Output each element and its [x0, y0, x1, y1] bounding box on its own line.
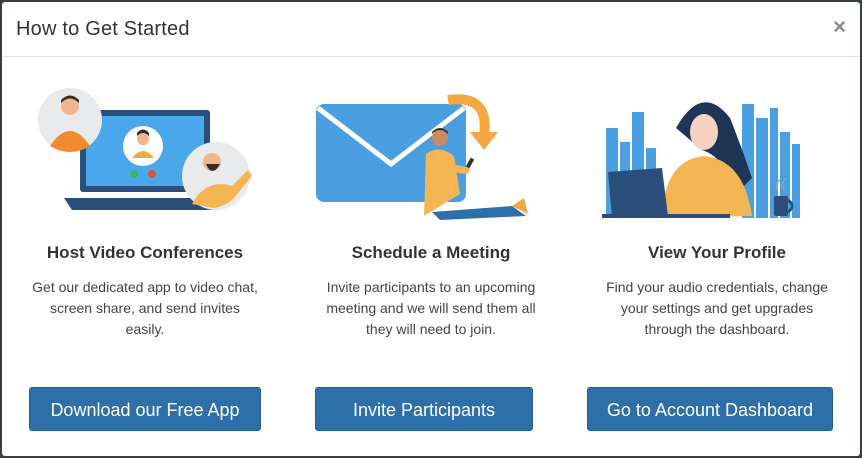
- profile-dashboard-illustration: [602, 102, 800, 218]
- host-video-description: Get our dedicated app to video chat, scr…: [32, 279, 258, 337]
- host-video-column: Host Video Conferences Get our dedicated…: [2, 2, 288, 456]
- download-app-button[interactable]: Download our Free App: [29, 387, 261, 431]
- get-started-modal: How to Get Started × Host Video Conferen…: [2, 2, 860, 456]
- schedule-meeting-heading: Schedule a Meeting: [351, 243, 511, 262]
- invite-participants-button[interactable]: Invite Participants: [315, 387, 533, 431]
- view-profile-column: View Your Profile Find your audio creden…: [574, 2, 860, 456]
- schedule-meeting-description: Invite participants to an upcoming meeti…: [326, 279, 536, 337]
- view-profile-heading: View Your Profile: [648, 243, 786, 262]
- account-dashboard-button[interactable]: Go to Account Dashboard: [587, 387, 833, 431]
- host-video-heading: Host Video Conferences: [46, 243, 244, 262]
- schedule-meeting-column: Schedule a Meeting Invite participants t…: [288, 2, 574, 456]
- video-conference-illustration: [38, 88, 252, 210]
- envelope-invite-illustration: [316, 94, 528, 220]
- view-profile-description: Find your audio credentials, change your…: [606, 279, 828, 337]
